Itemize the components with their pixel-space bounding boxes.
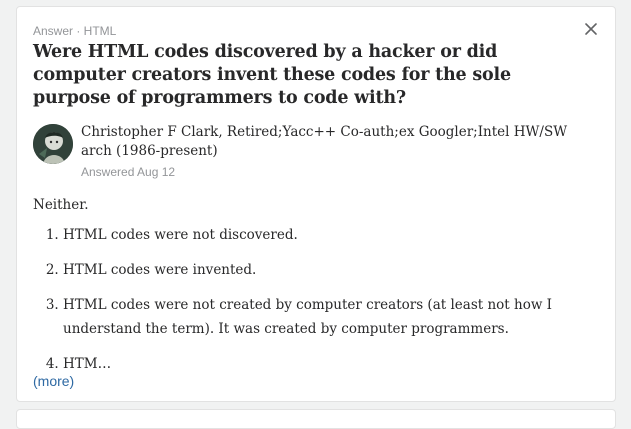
list-item: HTM… — [63, 352, 593, 376]
author-line: Christopher F Clark, Retired;Yacc++ Co-a… — [81, 123, 581, 161]
list-item: HTML codes were invented. — [63, 258, 593, 282]
answer-intro: Neither. — [33, 197, 89, 213]
question-title[interactable]: Were HTML codes discovered by a hacker o… — [33, 41, 581, 110]
answer-body: Neither. HTML codes were not discovered.… — [33, 193, 593, 387]
author-name[interactable]: Christopher F Clark — [81, 124, 218, 140]
next-card — [16, 409, 616, 429]
list-item: HTML codes were not created by computer … — [63, 293, 593, 341]
list-item: HTML codes were not discovered. — [63, 223, 593, 247]
more-link[interactable]: (more) — [33, 373, 74, 389]
avatar[interactable] — [33, 124, 73, 164]
answer-card: Answer · HTML Were HTML codes discovered… — [16, 6, 616, 402]
answered-date[interactable]: Answered Aug 12 — [81, 165, 175, 179]
answer-list: HTML codes were not discovered. HTML cod… — [33, 223, 593, 376]
close-icon[interactable] — [583, 21, 599, 37]
answer-meta: Answer · HTML — [33, 24, 117, 38]
